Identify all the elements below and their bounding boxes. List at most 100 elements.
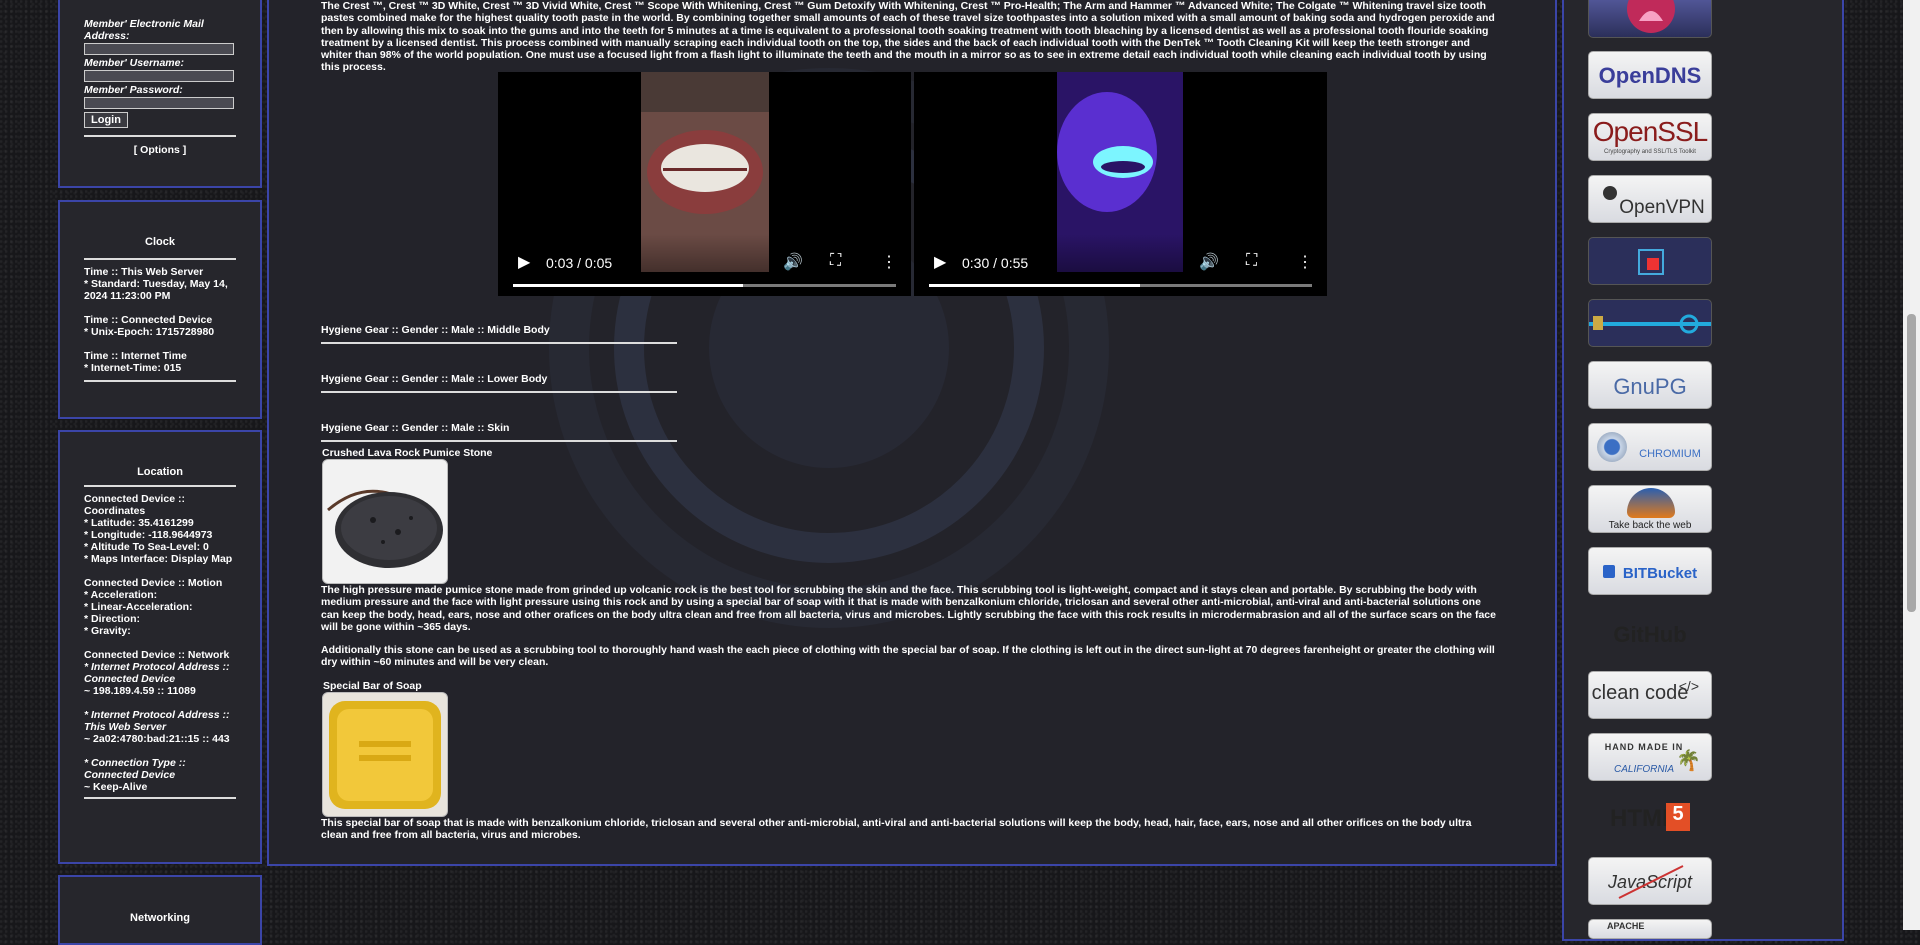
html5-logo[interactable]: HTML 5 xyxy=(1588,795,1712,843)
clean-code-logo[interactable]: clean code </> xyxy=(1588,671,1712,719)
networking-title: Networking xyxy=(130,912,190,924)
video-progress-2[interactable] xyxy=(929,284,1312,287)
pumice-description-2: Additionally this stone can be used as a… xyxy=(321,644,1495,669)
toothpaste-intro-text: The Crest ™, Crest ™ 3D White, Crest ™ 3… xyxy=(321,0,1495,74)
unknown-lotus-logo[interactable] xyxy=(1588,0,1712,38)
fullscreen-icon[interactable]: ⛶ xyxy=(830,252,841,270)
bitbucket-logo[interactable]: BITBucket xyxy=(1588,547,1712,595)
video-progress-fill-1 xyxy=(513,284,743,287)
bitbucket-text: BITBucket xyxy=(1622,565,1698,582)
device-time-heading: Time :: Connected Device xyxy=(84,314,213,326)
password-field[interactable] xyxy=(84,97,234,109)
password-label: Member' Password: xyxy=(84,84,183,96)
firefox-icon xyxy=(1627,488,1675,518)
location-title: Location xyxy=(137,466,183,478)
handmade-california-logo[interactable]: HAND MADE IN CALIFORNIA 🌴 xyxy=(1588,733,1712,781)
scrollbar-thumb[interactable] xyxy=(1907,314,1916,612)
github-text: GitHub xyxy=(1613,622,1687,647)
username-label: Member' Username: xyxy=(84,57,184,69)
latitude: * Latitude: 35.4161299 xyxy=(84,517,194,529)
options-link[interactable]: [ Options ] xyxy=(84,144,236,156)
openssl-text: OpenSSL xyxy=(1592,116,1708,147)
chromium-text: CHROMIUM xyxy=(1639,448,1701,460)
email-label: Member' Electronic Mail Address: xyxy=(84,18,204,42)
encryption-key-logo[interactable] xyxy=(1588,299,1712,347)
ip-device-label: * Internet Protocol Address :: Connected… xyxy=(84,661,230,685)
video-time-1: 0:03 / 0:05 xyxy=(546,255,613,271)
maps-label: * Maps Interface: xyxy=(84,553,169,565)
lock-icon xyxy=(1638,249,1664,275)
section-middle-body: Hygiene Gear :: Gender :: Male :: Middle… xyxy=(321,324,677,344)
networking-panel: Networking xyxy=(58,875,262,945)
longitude: * Longitude: -118.9644973 xyxy=(84,529,213,541)
video-progress-1[interactable] xyxy=(513,284,896,287)
firefox-logo[interactable]: Take back the web xyxy=(1588,485,1712,533)
palm-tree-icon: 🌴 xyxy=(1676,750,1701,772)
more-options-icon[interactable]: ⋮ xyxy=(881,252,897,272)
soap-bar-image xyxy=(322,692,448,817)
altitude: * Altitude To Sea-Level: 0 xyxy=(84,541,209,553)
coords-heading: Connected Device :: Coordinates xyxy=(84,493,185,517)
video-player-2[interactable]: ▶ 0:30 / 0:55 🔊 ⛶ ⋮ xyxy=(914,72,1327,296)
maps-interface: * Maps Interface: Display Map xyxy=(84,553,236,565)
gnupg-logo[interactable]: GnuPG xyxy=(1588,361,1712,409)
play-icon[interactable]: ▶ xyxy=(518,252,530,272)
device-time-value: * Unix-Epoch: 1715728980 xyxy=(84,326,215,338)
more-options-icon[interactable]: ⋮ xyxy=(1297,252,1313,272)
internet-time-heading: Time :: Internet Time xyxy=(84,350,187,362)
video-player-1[interactable]: ▶ 0:03 / 0:05 🔊 ⛶ ⋮ xyxy=(498,72,911,296)
email-field[interactable] xyxy=(84,43,234,55)
ip-device-value: ~ 198.189.4.59 :: 11089 xyxy=(84,685,196,697)
opendns-logo[interactable]: OpenDNS xyxy=(1588,51,1712,99)
chromium-logo[interactable]: CHROMIUM xyxy=(1588,423,1712,471)
volume-icon[interactable]: 🔊 xyxy=(783,252,803,272)
openvpn-text: OpenVPN xyxy=(1619,197,1705,218)
username-field[interactable] xyxy=(84,70,234,82)
soap-title: Special Bar of Soap xyxy=(323,680,422,692)
security-lock-logo[interactable] xyxy=(1588,237,1712,285)
play-icon[interactable]: ▶ xyxy=(934,252,946,272)
video-progress-fill-2 xyxy=(929,284,1140,287)
video-controls-2: ▶ 0:30 / 0:55 🔊 ⛶ ⋮ xyxy=(914,234,1327,296)
video-time-2: 0:30 / 0:55 xyxy=(962,255,1029,271)
openvpn-logo[interactable]: OpenVPN xyxy=(1588,175,1712,223)
location-panel: Location Connected Device :: Coordinates… xyxy=(58,430,262,864)
connection-type-label: * Connection Type :: Connected Device xyxy=(84,757,186,781)
linear-acceleration: * Linear-Acceleration: xyxy=(84,601,193,613)
connection-type-value: ~ Keep-Alive xyxy=(84,781,148,793)
pumice-description: The high pressure made pumice stone made… xyxy=(321,584,1496,633)
volume-icon[interactable]: 🔊 xyxy=(1199,252,1219,272)
pumice-stone-image xyxy=(322,459,448,584)
fullscreen-icon[interactable]: ⛶ xyxy=(1246,252,1257,270)
direction: * Direction: xyxy=(84,613,141,625)
display-map-link[interactable]: Display Map xyxy=(171,553,232,565)
strike-icon xyxy=(1618,865,1684,899)
section-lower-body: Hygiene Gear :: Gender :: Male :: Lower … xyxy=(321,373,677,393)
network-heading: Connected Device :: Network xyxy=(84,649,230,661)
openssl-subtitle: Cryptography and SSL/TLS Toolkit xyxy=(1604,149,1696,155)
code-brackets-icon: </> xyxy=(1678,678,1699,694)
key-icon xyxy=(1589,314,1711,334)
page-scrollbar[interactable] xyxy=(1903,0,1920,930)
gravity: * Gravity: xyxy=(84,625,131,637)
login-panel: Member' Electronic Mail Address: Member'… xyxy=(58,0,262,188)
openssl-logo[interactable]: OpenSSL Cryptography and SSL/TLS Toolkit xyxy=(1588,113,1712,161)
video-controls-1: ▶ 0:03 / 0:05 🔊 ⛶ ⋮ xyxy=(498,234,911,296)
section-skin: Hygiene Gear :: Gender :: Male :: Skin xyxy=(321,422,677,442)
github-logo[interactable]: GitHub xyxy=(1588,609,1712,657)
chromium-icon xyxy=(1597,432,1627,462)
internet-time-value: * Internet-Time: 015 xyxy=(84,362,182,374)
clock-title: Clock xyxy=(145,236,175,248)
html5-badge: 5 xyxy=(1666,803,1690,831)
pumice-stone-picture xyxy=(327,489,443,568)
firefox-text: Take back the web xyxy=(1608,520,1692,531)
apache-logo[interactable]: APACHE xyxy=(1588,919,1712,939)
soap-description: This special bar of soap that is made wi… xyxy=(321,817,1472,842)
server-time-heading: Time :: This Web Server xyxy=(84,266,204,278)
login-button[interactable]: Login xyxy=(84,112,128,128)
javascript-logo[interactable]: JavaScript xyxy=(1588,857,1712,905)
acceleration: * Acceleration: xyxy=(84,589,158,601)
soap-bar-picture xyxy=(329,701,441,809)
pumice-title: Crushed Lava Rock Pumice Stone xyxy=(322,447,493,459)
motion-heading: Connected Device :: Motion xyxy=(84,577,223,589)
